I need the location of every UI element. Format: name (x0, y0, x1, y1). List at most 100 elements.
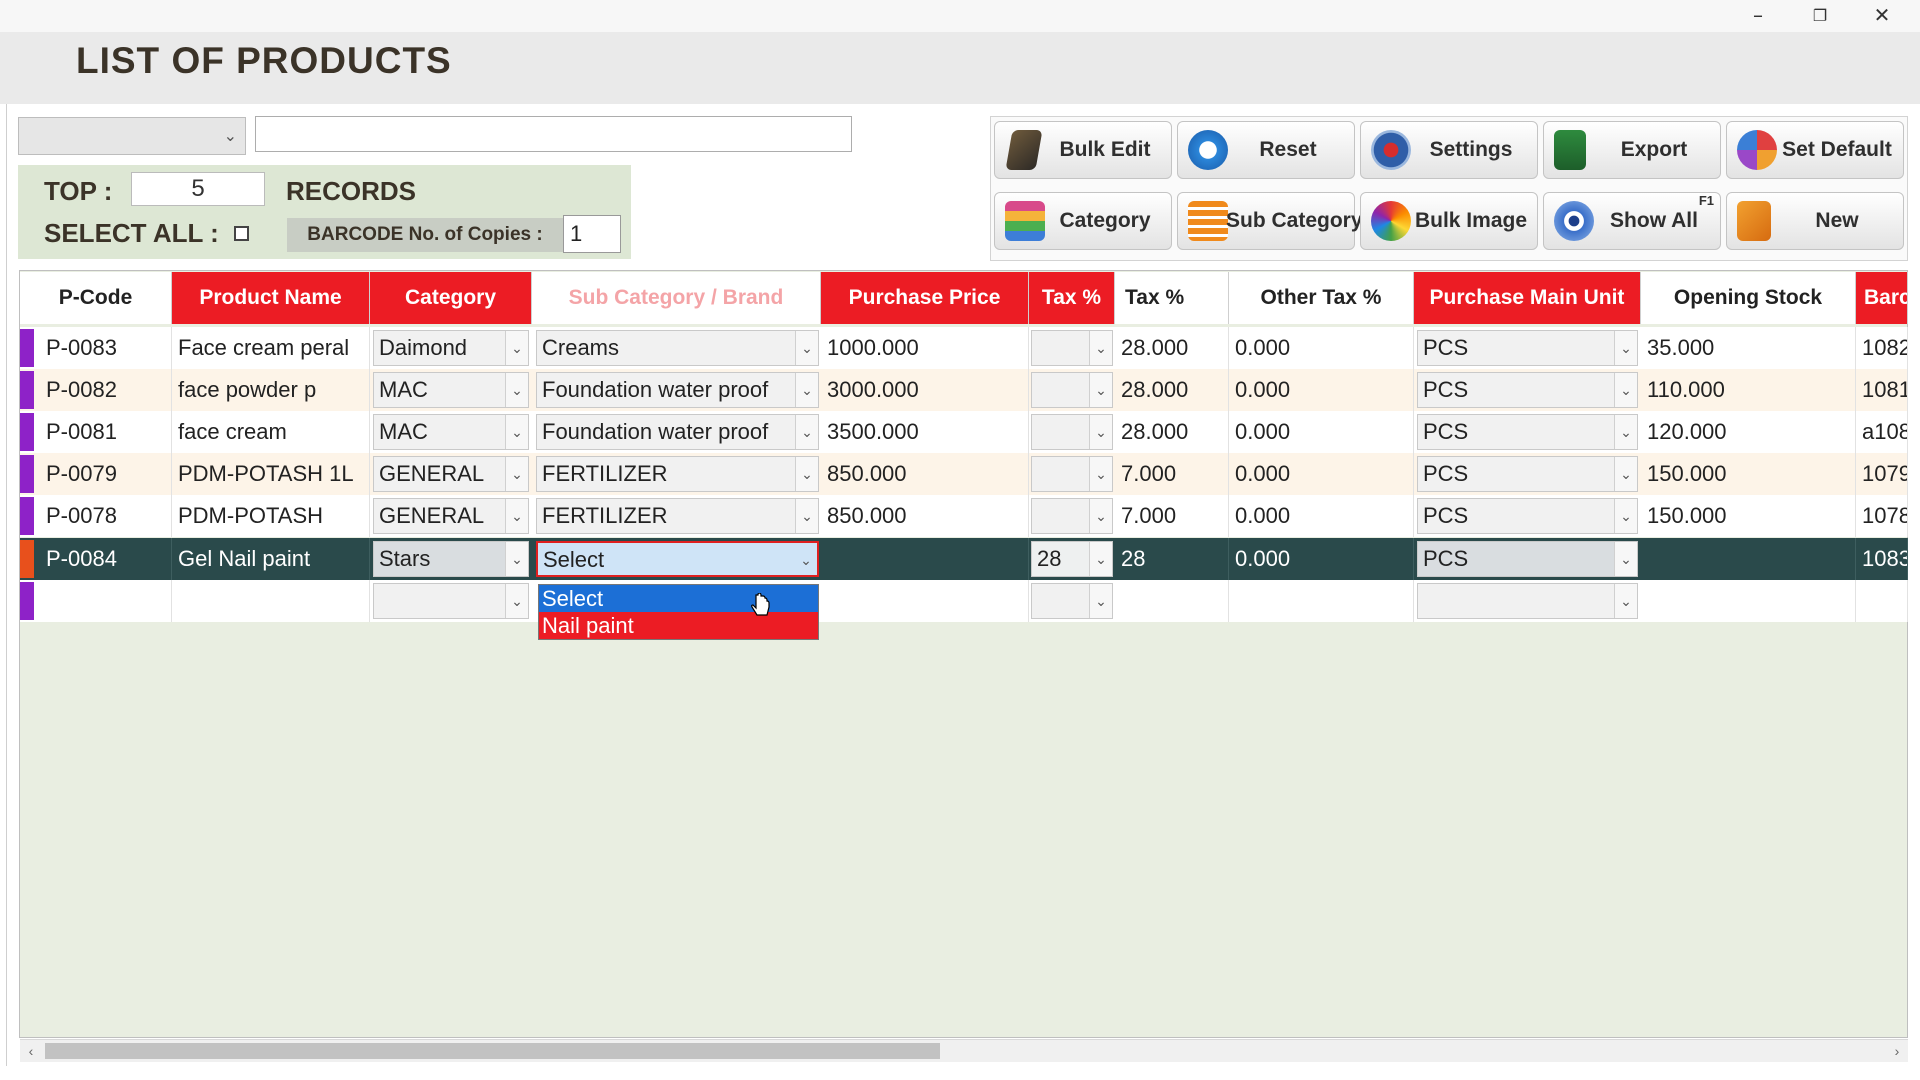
sub-category-dropdown[interactable]: Creams ⌄ (536, 330, 819, 366)
unit-dropdown[interactable]: PCS ⌄ (1417, 541, 1638, 577)
column-header-product-name[interactable]: Product Name (172, 272, 370, 324)
cell-purchase-price[interactable]: 3500.000 (821, 411, 1029, 453)
cell-barcode[interactable]: 1082 (1856, 327, 1908, 369)
category-dropdown[interactable]: Daimond ⌄ (373, 330, 529, 366)
cell-product-name[interactable]: Gel Nail paint (172, 538, 370, 580)
column-header-opening-stock[interactable]: Opening Stock (1641, 272, 1856, 324)
cell-product-name[interactable]: PDM-POTASH 1L (172, 453, 370, 495)
cell-purchase-price[interactable]: 1000.000 (821, 327, 1029, 369)
restore-icon[interactable]: ❐ (1790, 0, 1850, 30)
table-row[interactable]: P-0079 PDM-POTASH 1L GENERAL ⌄ FERTILIZER… (20, 453, 1908, 495)
category-dropdown[interactable]: GENERAL ⌄ (373, 498, 529, 534)
category-dropdown[interactable]: GENERAL ⌄ (373, 456, 529, 492)
unit-dropdown[interactable]: PCS ⌄ (1417, 330, 1638, 366)
unit-dropdown[interactable]: PCS ⌄ (1417, 498, 1638, 534)
set-default-button[interactable]: Set Default (1726, 121, 1904, 179)
sub-category-button[interactable]: Sub Category (1177, 192, 1363, 250)
unit-dropdown[interactable]: ⌄ (1417, 583, 1638, 619)
column-header-other-tax[interactable]: Other Tax % (1229, 272, 1414, 324)
close-icon[interactable]: ✕ (1852, 0, 1912, 30)
category-dropdown[interactable]: MAC ⌄ (373, 372, 529, 408)
cell-opening-stock[interactable]: 35.000 (1641, 327, 1856, 369)
cell-barcode[interactable]: 1078 (1856, 495, 1908, 537)
settings-button[interactable]: Settings (1360, 121, 1538, 179)
column-header-sub-category[interactable]: Sub Category / Brand (532, 272, 821, 324)
sub-category-dropdown[interactable]: Foundation water proof ⌄ (536, 372, 819, 408)
new-button[interactable]: New (1726, 192, 1904, 250)
tax-dropdown[interactable]: ⌄ (1031, 330, 1113, 366)
cell-barcode[interactable]: 1083 (1856, 538, 1908, 580)
cell-purchase-price[interactable] (821, 580, 1029, 622)
bulk-image-button[interactable]: Bulk Image (1360, 192, 1538, 250)
cell-opening-stock[interactable]: 150.000 (1641, 495, 1856, 537)
cell-product-name[interactable]: face powder p (172, 369, 370, 411)
sub-category-dropdown[interactable]: FERTILIZER ⌄ (536, 498, 819, 534)
cell-other-tax[interactable]: 0.000 (1229, 369, 1414, 411)
cell-tax[interactable]: 7.000 (1115, 495, 1229, 537)
column-header-purchase-unit[interactable]: Purchase Main Unit (1414, 272, 1641, 324)
cell-tax[interactable]: 28 (1115, 538, 1229, 580)
cell-opening-stock[interactable]: 110.000 (1641, 369, 1856, 411)
option-nail-paint[interactable]: Nail paint (539, 612, 818, 639)
table-row[interactable]: P-0083 Face cream peral Daimond ⌄ Creams ⌄… (20, 327, 1908, 369)
cell-other-tax[interactable]: 0.000 (1229, 327, 1414, 369)
scroll-right-icon[interactable]: › (1886, 1040, 1908, 1062)
table-row-selected[interactable]: P-0084 Gel Nail paint Stars ⌄ Select ⌄ 28 ⌄… (20, 538, 1908, 580)
column-header-code[interactable]: P-Code (20, 272, 172, 324)
option-select[interactable]: Select (539, 585, 818, 612)
minimize-icon[interactable]: – (1728, 0, 1788, 30)
cell-product-name[interactable] (172, 580, 370, 622)
cell-barcode[interactable]: 1081 (1856, 369, 1908, 411)
search-input[interactable] (255, 116, 852, 152)
category-dropdown[interactable]: ⌄ (373, 583, 529, 619)
tax-dropdown[interactable]: ⌄ (1031, 414, 1113, 450)
new-row[interactable]: ⌄ ⌄ ⌄ (20, 580, 1908, 622)
table-row[interactable]: P-0081 face cream MAC ⌄ Foundation water … (20, 411, 1908, 453)
column-header-purchase-price[interactable]: Purchase Price (821, 272, 1029, 324)
cell-other-tax[interactable]: 0.000 (1229, 411, 1414, 453)
cell-product-name[interactable]: Face cream peral (172, 327, 370, 369)
cell-purchase-price[interactable] (821, 538, 1029, 580)
cell-tax[interactable]: 28.000 (1115, 411, 1229, 453)
cell-opening-stock[interactable]: 150.000 (1641, 453, 1856, 495)
category-button[interactable]: Category (994, 192, 1172, 250)
reset-button[interactable]: Reset (1177, 121, 1355, 179)
cell-tax[interactable]: 7.000 (1115, 453, 1229, 495)
bulk-edit-button[interactable]: Bulk Edit (994, 121, 1172, 179)
cell-other-tax[interactable]: 0.000 (1229, 538, 1414, 580)
cell-product-name[interactable]: face cream (172, 411, 370, 453)
column-header-tax[interactable]: Tax % (1115, 272, 1229, 324)
cell-purchase-price[interactable]: 850.000 (821, 453, 1029, 495)
cell-opening-stock[interactable]: 120.000 (1641, 411, 1856, 453)
horizontal-scrollbar[interactable]: ‹ › (20, 1039, 1908, 1062)
unit-dropdown[interactable]: PCS ⌄ (1417, 456, 1638, 492)
table-row[interactable]: P-0082 face powder p MAC ⌄ Foundation wat… (20, 369, 1908, 411)
cell-opening-stock[interactable] (1641, 580, 1856, 622)
tax-dropdown[interactable]: 28 ⌄ (1031, 541, 1113, 577)
scroll-left-icon[interactable]: ‹ (20, 1040, 42, 1062)
table-row[interactable]: P-0078 PDM-POTASH GENERAL ⌄ FERTILIZER ⌄ 8… (20, 495, 1908, 537)
barcode-copies-input[interactable]: 1 (563, 215, 621, 253)
cell-barcode[interactable] (1856, 580, 1908, 622)
category-dropdown[interactable]: MAC ⌄ (373, 414, 529, 450)
column-header-tax-select[interactable]: Tax % (1029, 272, 1115, 324)
cell-other-tax[interactable]: 0.000 (1229, 495, 1414, 537)
show-all-button[interactable]: Show All F1 (1543, 192, 1721, 250)
cell-opening-stock[interactable] (1641, 538, 1856, 580)
column-header-category[interactable]: Category (370, 272, 532, 324)
select-all-checkbox[interactable] (234, 226, 249, 241)
cell-tax[interactable] (1115, 580, 1229, 622)
column-header-barcode[interactable]: Barc (1856, 272, 1908, 324)
field-select[interactable]: ⌄ (18, 117, 246, 155)
tax-dropdown[interactable]: ⌄ (1031, 456, 1113, 492)
tax-dropdown[interactable]: ⌄ (1031, 498, 1113, 534)
export-button[interactable]: Export (1543, 121, 1721, 179)
scrollbar-thumb[interactable] (45, 1043, 940, 1059)
cell-tax[interactable]: 28.000 (1115, 327, 1229, 369)
sub-category-dropdown[interactable]: FERTILIZER ⌄ (536, 456, 819, 492)
top-count-input[interactable]: 5 (131, 172, 265, 206)
unit-dropdown[interactable]: PCS ⌄ (1417, 372, 1638, 408)
cell-other-tax[interactable]: 0.000 (1229, 453, 1414, 495)
unit-dropdown[interactable]: PCS ⌄ (1417, 414, 1638, 450)
cell-purchase-price[interactable]: 850.000 (821, 495, 1029, 537)
